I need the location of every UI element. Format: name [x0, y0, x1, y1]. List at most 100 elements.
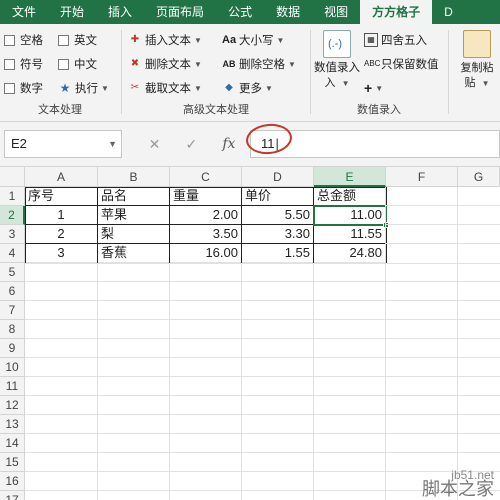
col-header-e[interactable]: E: [314, 167, 386, 187]
insert-text-icon: ✚: [130, 34, 140, 45]
tab-data[interactable]: 数据: [264, 0, 312, 24]
name-box[interactable]: E2 ▼: [4, 130, 122, 158]
group-divider: [448, 30, 449, 114]
tab-more[interactable]: D: [432, 0, 465, 24]
cell-d2[interactable]: 5.50: [242, 206, 314, 225]
cell-e1[interactable]: 总金额: [314, 187, 386, 206]
numeric-entry-button[interactable]: (.-) 数值录入 入 ▼: [314, 30, 360, 91]
abc-icon: ABC: [364, 59, 381, 68]
tab-file[interactable]: 文件: [0, 0, 48, 24]
tab-formulas[interactable]: 公式: [216, 0, 264, 24]
cell-a1[interactable]: 序号: [25, 187, 98, 206]
row-header-9[interactable]: 9: [0, 339, 25, 358]
cell-b1[interactable]: 品名: [98, 187, 170, 206]
cell-e3[interactable]: 11.55: [314, 225, 386, 244]
tab-page-layout[interactable]: 页面布局: [144, 0, 216, 24]
cell-c4[interactable]: 16.00: [170, 244, 242, 263]
col-header-d[interactable]: D: [242, 167, 314, 187]
row-header-2[interactable]: 2: [0, 206, 25, 225]
cell-c1[interactable]: 重量: [170, 187, 242, 206]
cell-b4[interactable]: 香蕉: [98, 244, 170, 263]
spreadsheet-grid[interactable]: A B C D E F G 1 2 3 4 5 6 7 8 9 10 11 12…: [0, 166, 500, 500]
case-button[interactable]: Aa 大小写 ▼: [222, 32, 284, 48]
watermark: jb51.net 脚本之家: [422, 468, 494, 499]
insert-text-button[interactable]: ✚ 插入文本 ▼: [128, 32, 202, 48]
round-icon: ▦: [364, 33, 378, 47]
group-label-numeric-entry: 数值录入: [357, 104, 401, 116]
delete-spaces-button[interactable]: AB 删除空格 ▼: [222, 56, 296, 72]
row-header-16[interactable]: 16: [0, 472, 25, 491]
cell-a3[interactable]: 2: [25, 225, 98, 244]
checkbox-chinese[interactable]: 中文: [58, 56, 97, 72]
tab-insert[interactable]: 插入: [96, 0, 144, 24]
group-numeric-entry: (.-) 数值录入 入 ▼ ▦ 四舍五入 ABC 只保留数值 + ▼ 数值录入: [312, 28, 446, 118]
cell-d1[interactable]: 单价: [242, 187, 314, 206]
cell-b3[interactable]: 梨: [98, 225, 170, 244]
row-header-5[interactable]: 5: [0, 263, 25, 282]
cell-b2[interactable]: 苹果: [98, 206, 170, 225]
cell-e2[interactable]: 11.00: [314, 206, 386, 225]
select-all-corner[interactable]: [0, 167, 25, 187]
tab-view[interactable]: 视图: [312, 0, 360, 24]
tab-home[interactable]: 开始: [48, 0, 96, 24]
insert-function-icon[interactable]: fx: [222, 136, 235, 152]
cell-c3[interactable]: 3.50: [170, 225, 242, 244]
delete-text-icon: ✖: [130, 58, 140, 69]
more-button[interactable]: ◆ 更多 ▼: [222, 80, 273, 96]
cell-a2[interactable]: 1: [25, 206, 98, 225]
checkbox-english[interactable]: 英文: [58, 32, 97, 48]
cell-e4[interactable]: 24.80: [314, 244, 386, 263]
col-header-b[interactable]: B: [98, 167, 170, 187]
col-header-c[interactable]: C: [170, 167, 242, 187]
execute-button[interactable]: ★ 执行 ▼: [58, 80, 109, 96]
row-header-3[interactable]: 3: [0, 225, 25, 244]
keep-values-button[interactable]: ABC 只保留数值: [364, 56, 439, 72]
row-header-12[interactable]: 12: [0, 396, 25, 415]
case-icon: Aa: [222, 34, 237, 46]
ribbon: 空格 英文 符号 中文 数字 ★ 执行 ▼ 文本处理 ✚ 插入文本 ▼ ✖ 删除文本…: [0, 24, 500, 122]
row-header-8[interactable]: 8: [0, 320, 25, 339]
chevron-down-icon: ▼: [194, 59, 202, 69]
row-header-1[interactable]: 1: [0, 187, 25, 206]
fill-handle[interactable]: [383, 222, 389, 228]
chevron-down-icon: ▼: [276, 35, 285, 45]
chevron-down-icon[interactable]: ▼: [108, 131, 117, 157]
cell-d3[interactable]: 3.30: [242, 225, 314, 244]
round-button[interactable]: ▦ 四舍五入: [364, 32, 427, 48]
chevron-down-icon: ▼: [375, 83, 384, 93]
delete-text-button[interactable]: ✖ 删除文本 ▼: [128, 56, 202, 72]
more-icon: ◆: [225, 82, 233, 93]
col-header-g[interactable]: G: [458, 167, 500, 187]
row-header-10[interactable]: 10: [0, 358, 25, 377]
checkbox-number[interactable]: 数字: [4, 80, 43, 96]
row-header-14[interactable]: 14: [0, 434, 25, 453]
copy-paste-button[interactable]: 复制粘 贴 ▼: [454, 30, 500, 91]
confirm-icon[interactable]: ✓: [185, 136, 197, 153]
row-header-6[interactable]: 6: [0, 282, 25, 301]
row-header-11[interactable]: 11: [0, 377, 25, 396]
checkbox-symbol[interactable]: 符号: [4, 56, 43, 72]
row-header-7[interactable]: 7: [0, 301, 25, 320]
group-text-processing: 空格 英文 符号 中文 数字 ★ 执行 ▼ 文本处理: [2, 28, 118, 118]
extract-text-button[interactable]: ✂ 截取文本 ▼: [128, 80, 202, 96]
col-header-a[interactable]: A: [25, 167, 98, 187]
row-header-4[interactable]: 4: [0, 244, 25, 263]
cell-a4[interactable]: 3: [25, 244, 98, 263]
numeric-entry-icon: (.-): [323, 30, 351, 58]
plus-button[interactable]: + ▼: [364, 80, 383, 96]
row-header-15[interactable]: 15: [0, 453, 25, 472]
cell-d4[interactable]: 1.55: [242, 244, 314, 263]
group-label-text-processing: 文本处理: [38, 104, 82, 116]
col-header-f[interactable]: F: [386, 167, 458, 187]
group-label-advanced-text: 高级文本处理: [183, 104, 249, 116]
row-header-13[interactable]: 13: [0, 415, 25, 434]
chevron-down-icon: ▼: [341, 79, 350, 88]
group-copy-paste: 复制粘 贴 ▼: [452, 28, 500, 118]
group-divider: [121, 30, 122, 114]
cancel-icon[interactable]: ✕: [149, 136, 161, 153]
checkbox-space[interactable]: 空格: [4, 32, 43, 48]
row-header-17[interactable]: 17: [0, 491, 25, 500]
tab-fangfang-gezi[interactable]: 方方格子: [360, 0, 433, 24]
cell-c2[interactable]: 2.00: [170, 206, 242, 225]
group-divider: [310, 30, 311, 114]
